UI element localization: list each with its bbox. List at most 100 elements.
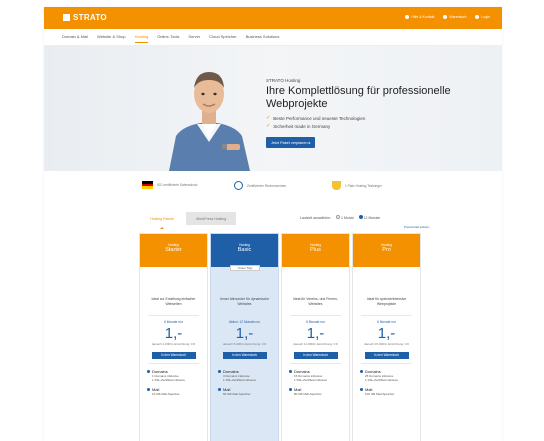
trust-item: Zertifizierter Rechenzentren [234,181,286,190]
hero-bullet-text: Sicherheit made in Germany [273,123,331,129]
card-after-price: danach 5,00€/m Einrichtung: 0 € [222,342,267,346]
main-nav: Domain & Mail Website & Shop Hosting Onl… [44,29,502,46]
card-price: 1,- [377,325,396,342]
card-description: Ideal für speicherintensive Webprojekte [366,297,407,306]
add-to-cart-button[interactable]: In den Warenkorb [222,352,267,359]
card-after-price: danach 11,00€/m Einrichtung: 0 € [293,342,338,346]
feature-mail: Mail 50 GB Mail-Speicher [218,387,278,396]
nav-item-business-solutions[interactable]: Business Solutions [246,34,280,39]
card-plan-name: Starter [165,247,182,253]
divider [148,363,199,364]
divider [361,363,412,364]
nav-item-domain-mail[interactable]: Domain & Mail [62,34,88,39]
nav-item-server[interactable]: Server [188,34,200,39]
feature-detail: 50 GB Mail-Speicher [223,392,251,396]
help-link[interactable]: Hilfe & Kontakt [405,15,434,19]
feature-domains: Domains 3 Domains inklusive 1 SSL-Zertif… [218,369,278,382]
trophy-icon [332,181,341,190]
duration-option-12-months[interactable]: 12 Monate [358,215,380,220]
card-description: Ideal für Vereins- und Firmen-Websites [293,297,338,306]
cart-link[interactable]: Warenkorb [443,15,466,19]
pricing-card-basic: Hosting Basic Unser Tipp Unser Allrounde… [210,233,279,441]
add-to-cart-button[interactable]: In den Warenkorb [364,352,409,359]
hero-cta-button[interactable]: Jetzt Paket verplanen ▸ [266,137,316,148]
card-promo-period: 6 Monate nur [377,320,396,324]
card-price: 1,- [306,325,325,342]
feature-domains: Domains 15 Domains inklusive 1 SSL-Zerti… [289,369,349,382]
trust-text: 1 Platz Hosting Testsieger [345,183,382,188]
recommended-badge: Unser Tipp [230,265,260,271]
mail-icon [360,388,363,391]
german-flag-icon [142,181,153,190]
nav-item-cloud-speicher[interactable]: Cloud Speicher [209,34,236,39]
hero-bullet: ✓ Sicherheit made in Germany [266,123,456,129]
card-plan-name: Pro [382,247,391,253]
hero-person-image [169,72,250,171]
divider [361,315,412,316]
tab-hosting-pakete[interactable]: Hosting Pakete [140,212,184,225]
pricing-card-pro: Hosting Pro Ideal für speicherintensive … [352,233,421,441]
duration-option-label: 1 Monat [340,216,354,220]
radio-selected-icon [358,215,363,219]
divider [290,315,341,316]
feature-mail: Mail 80 GB Mail-Speicher [289,387,349,396]
hero-banner: STRATO Hosting Ihre Komplettlösung für p… [44,46,502,171]
add-to-cart-button[interactable]: In den Warenkorb [151,352,196,359]
card-promo-period: Aktion: 12 Monate nur [228,320,261,324]
duration-option-1-month[interactable]: 1 Monat [335,215,354,220]
card-promo-period: 6 Monate nur [164,320,183,324]
globe-icon [360,370,363,373]
product-tabs: Hosting Pakete WordPress Hosting Laufzei… [44,212,502,229]
feature-detail: 1 SSL-Zertifikat inklusive [294,378,328,382]
globe-icon [147,370,150,373]
trust-bar: ISO-zertifizierte Datenschutz Zertifizie… [44,177,502,195]
pricing-card-starter: Hosting Starter Ideal zur Erstellung ein… [139,233,208,441]
radio-icon [335,215,340,219]
trust-text: Zertifizierter Rechenzentren [247,183,287,188]
page: STRATO Hilfe & Kontakt Warenkorb Login D… [44,7,502,441]
divider [219,363,270,364]
card-price: 1,- [235,325,254,342]
logo-icon [63,14,70,21]
help-label: Hilfe & Kontakt [411,15,435,19]
tab-wordpress-hosting[interactable]: WordPress Hosting [186,212,236,225]
check-icon: ✓ [266,123,271,129]
strato-logo[interactable]: STRATO [63,13,107,22]
feature-domains: Domains 1 Domains inklusive 1 SSL-Zertif… [147,369,207,382]
card-after-price: danach 4,00€/m Einrichtung: 0 € [151,342,196,346]
nav-item-hosting[interactable]: Hosting [134,34,148,43]
mail-icon [218,388,221,391]
card-header: Hosting Basic [211,234,278,267]
hero-bullet: ✓ Beste Performance und neueste Technolog… [266,115,456,121]
globe-icon [289,370,292,373]
card-header: Hosting Pro [353,234,420,267]
card-after-price: danach 15,00€/m Einrichtung: 0 € [364,342,409,346]
hero-eyebrow: STRATO Hosting [266,78,301,83]
feature-mail: Mail 10 GB Mail-Speicher [147,387,207,396]
login-label: Login [481,15,490,19]
feature-detail: 1 SSL-Zertifikat inklusive [152,378,186,382]
card-header: Hosting Plus [282,234,349,267]
pricing-card-plus: Hosting Plus Ideal für Vereins- und Firm… [281,233,350,441]
feature-mail: Mail 100 GB Mail-Speicher [360,387,420,396]
help-icon [405,15,410,19]
feature-detail: 1 SSL-Zertifikat inklusive [365,378,399,382]
nav-item-online-tools[interactable]: Online-Tools [157,34,179,39]
browser-viewport: STRATO Hilfe & Kontakt Warenkorb Login D… [0,0,544,441]
logo-text: STRATO [73,13,107,22]
cart-icon [443,15,448,19]
duration-note-link[interactable]: Preisvorteil sichern [404,225,429,229]
feature-domains: Domains 25 Domains inklusive 1 SSL-Zerti… [360,369,420,382]
feature-detail: 1 SSL-Zertifikat inklusive [223,378,257,382]
duration-label: Laufzeit auswählen: [300,215,331,220]
top-bar: STRATO Hilfe & Kontakt Warenkorb Login [44,7,502,29]
hero-title: Ihre Komplettlösung für professionelle W… [266,85,451,110]
card-promo-period: 6 Monate nur [306,320,325,324]
divider [290,363,341,364]
trust-item: 1 Platz Hosting Testsieger [332,181,382,190]
add-to-cart-button[interactable]: In den Warenkorb [293,352,338,359]
nav-item-website-shop[interactable]: Website & Shop [97,34,126,39]
card-plan-name: Plus [310,247,321,253]
login-link[interactable]: Login [475,15,490,19]
duration-selector: Laufzeit auswählen: 1 Monat 12 Monate [300,215,380,220]
